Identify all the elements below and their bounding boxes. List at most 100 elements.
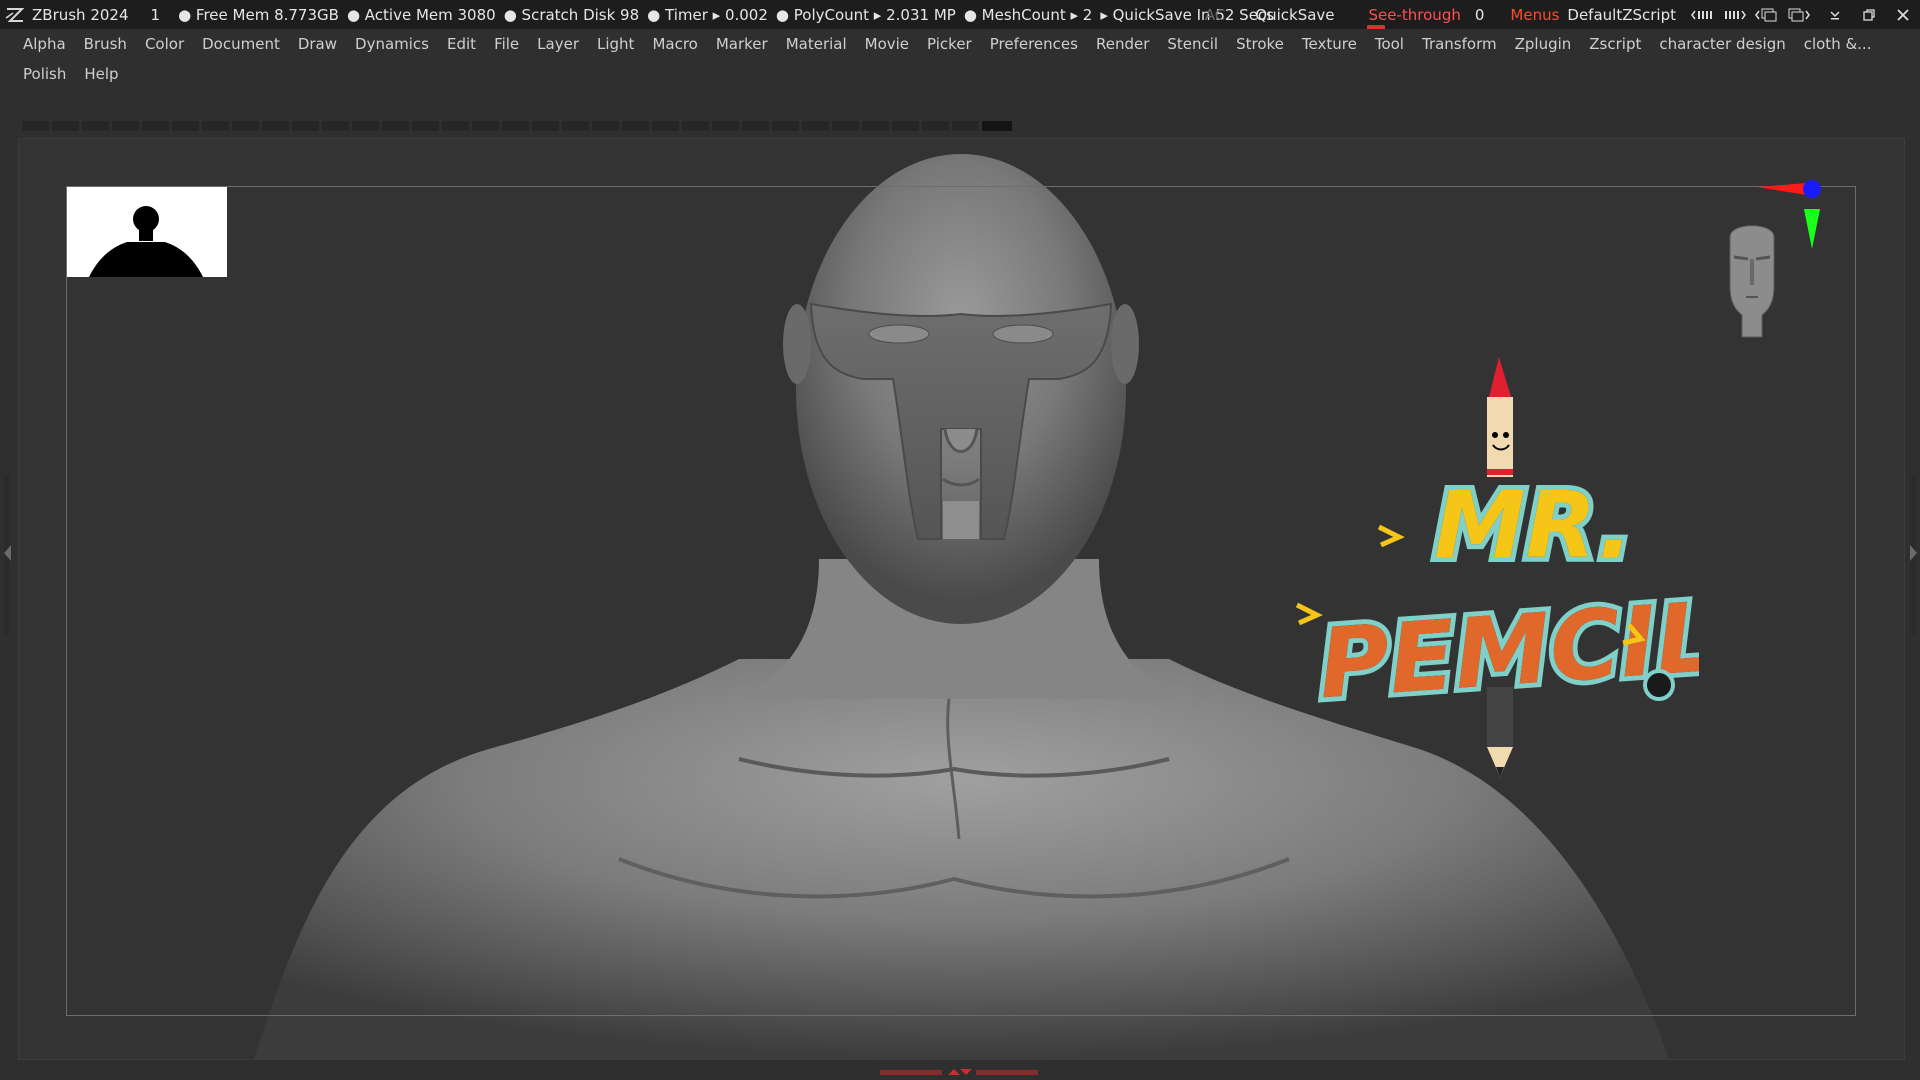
- lightbox-strip-segment[interactable]: [172, 121, 199, 131]
- lightbox-strip-segment[interactable]: [592, 121, 619, 131]
- bottom-tray-bar-left: [880, 1069, 942, 1075]
- document-viewport[interactable]: MR. MR. PEMCIL PEMCIL: [18, 138, 1905, 1060]
- bottom-tray-bar-right: [976, 1069, 1038, 1075]
- menu-edit[interactable]: Edit: [438, 29, 485, 59]
- lightbox-strip-segment[interactable]: [52, 121, 79, 131]
- zbrush-logo-icon[interactable]: [4, 4, 26, 26]
- lightbox-strip[interactable]: [22, 121, 1012, 131]
- menu-picker[interactable]: Picker: [918, 29, 981, 59]
- logo-line-2-fill: PEMCIL: [1315, 581, 1699, 721]
- menu-draw[interactable]: Draw: [289, 29, 346, 59]
- seethrough-label: See-through: [1368, 5, 1461, 24]
- lightbox-strip-segment[interactable]: [862, 121, 889, 131]
- polycount-stat: ● PolyCount ▸ 2.031 MP: [775, 5, 956, 24]
- lightbox-strip-segment[interactable]: [622, 121, 649, 131]
- mr-pemcil-logo: MR. MR. PEMCIL PEMCIL: [1295, 357, 1699, 777]
- document-index: 1: [150, 5, 161, 24]
- lightbox-strip-segment[interactable]: [562, 121, 589, 131]
- ui-next-color-icon[interactable]: [1786, 4, 1812, 26]
- menu-stencil[interactable]: Stencil: [1158, 29, 1227, 59]
- scratch-disk-stat: ● Scratch Disk 98: [503, 5, 640, 24]
- menu-alpha[interactable]: Alpha: [14, 29, 75, 59]
- menu-dynamics[interactable]: Dynamics: [346, 29, 438, 59]
- lightbox-strip-segment[interactable]: [202, 121, 229, 131]
- axis-gizmo-icon[interactable]: [1752, 179, 1832, 259]
- lightbox-strip-segment[interactable]: [682, 121, 709, 131]
- lightbox-strip-segment[interactable]: [262, 121, 289, 131]
- titlebar-right-controls: AC QuickSave See-through 0 Menus Default…: [1205, 0, 1920, 29]
- left-tray-arrow-icon[interactable]: [4, 545, 11, 561]
- menu-macro[interactable]: Macro: [643, 29, 706, 59]
- menu-character-design[interactable]: character design: [1650, 29, 1794, 59]
- lightbox-strip-segment[interactable]: [472, 121, 499, 131]
- lightbox-strip-segment[interactable]: [952, 121, 979, 131]
- timer-stat: ● Timer ▸ 0.002: [647, 5, 768, 24]
- minimize-icon[interactable]: [1818, 4, 1852, 26]
- menu-light[interactable]: Light: [588, 29, 643, 59]
- close-icon[interactable]: [1886, 4, 1920, 26]
- restore-icon[interactable]: [1852, 4, 1886, 26]
- menu-zscript[interactable]: Zscript: [1580, 29, 1650, 59]
- app-title: ZBrush 2024: [32, 5, 129, 24]
- menu-preferences[interactable]: Preferences: [981, 29, 1087, 59]
- ui-prev-color-icon[interactable]: [1754, 4, 1780, 26]
- lightbox-strip-segment[interactable]: [772, 121, 799, 131]
- ui-layout-next-icon[interactable]: [1722, 4, 1748, 26]
- lightbox-strip-segment[interactable]: [532, 121, 559, 131]
- ui-layout-prev-icon[interactable]: [1690, 4, 1716, 26]
- ac-toggle[interactable]: AC: [1205, 6, 1225, 24]
- lightbox-strip-segment[interactable]: [802, 121, 829, 131]
- lightbox-strip-segment[interactable]: [232, 121, 259, 131]
- menu-file[interactable]: File: [485, 29, 528, 59]
- lightbox-strip-segment[interactable]: [82, 121, 109, 131]
- menu-material[interactable]: Material: [777, 29, 856, 59]
- menu-marker[interactable]: Marker: [707, 29, 777, 59]
- menus-toggle[interactable]: Menus: [1510, 6, 1559, 24]
- meshcount-stat: ● MeshCount ▸ 2: [963, 5, 1093, 24]
- free-mem-stat: ● Free Mem 8.773GB: [178, 5, 339, 24]
- lightbox-strip-segment[interactable]: [892, 121, 919, 131]
- seethrough-value: 0: [1474, 5, 1485, 24]
- seethrough-slider[interactable]: See-through: [1366, 5, 1461, 29]
- lightbox-strip-segment[interactable]: [922, 121, 949, 131]
- lightbox-strip-segment[interactable]: [142, 121, 169, 131]
- silhouette-thumbnail[interactable]: [67, 187, 227, 277]
- lightbox-strip-segment[interactable]: [292, 121, 319, 131]
- lightbox-strip-segment[interactable]: [832, 121, 859, 131]
- main-menu-bar: Alpha Brush Color Document Draw Dynamics Edit F…: [14, 29, 1914, 89]
- menu-cloth[interactable]: cloth &...: [1795, 29, 1881, 59]
- menu-render[interactable]: Render: [1087, 29, 1158, 59]
- lightbox-strip-segment[interactable]: [502, 121, 529, 131]
- lightbox-strip-segment[interactable]: [112, 121, 139, 131]
- right-tray-arrow-icon[interactable]: [1910, 545, 1917, 561]
- menu-polish[interactable]: Polish: [14, 59, 75, 89]
- lightbox-strip-segment[interactable]: [442, 121, 469, 131]
- active-mem-stat: ● Active Mem 3080: [346, 5, 496, 24]
- bottom-tray-arrows-icon[interactable]: [942, 1067, 976, 1077]
- lightbox-strip-segment[interactable]: [712, 121, 739, 131]
- bottom-tray-handle[interactable]: [880, 1069, 1040, 1075]
- lightbox-strip-segment[interactable]: [322, 121, 349, 131]
- lightbox-strip-segment[interactable]: [382, 121, 409, 131]
- lightbox-strip-end[interactable]: [982, 121, 1012, 131]
- menu-document[interactable]: Document: [193, 29, 289, 59]
- default-zscript-button[interactable]: DefaultZScript: [1567, 6, 1676, 24]
- menu-brush[interactable]: Brush: [75, 29, 136, 59]
- menu-layer[interactable]: Layer: [528, 29, 588, 59]
- menu-zplugin[interactable]: Zplugin: [1506, 29, 1581, 59]
- lightbox-strip-segment[interactable]: [742, 121, 769, 131]
- title-bar: ZBrush 2024 1 ● Free Mem 8.773GB ● Activ…: [0, 0, 1920, 29]
- menu-movie[interactable]: Movie: [856, 29, 918, 59]
- lightbox-strip-segment[interactable]: [352, 121, 379, 131]
- menu-stroke[interactable]: Stroke: [1227, 29, 1293, 59]
- menu-transform[interactable]: Transform: [1413, 29, 1506, 59]
- quicksave-button[interactable]: QuickSave: [1255, 6, 1334, 24]
- menu-tool[interactable]: Tool: [1366, 29, 1413, 59]
- lightbox-strip-segment[interactable]: [652, 121, 679, 131]
- menu-color[interactable]: Color: [136, 29, 193, 59]
- lightbox-strip-segment[interactable]: [22, 121, 49, 131]
- menu-texture[interactable]: Texture: [1293, 29, 1366, 59]
- menu-help[interactable]: Help: [75, 59, 127, 89]
- lightbox-strip-segment[interactable]: [412, 121, 439, 131]
- logo-line-1-fill: MR.: [1434, 472, 1633, 579]
